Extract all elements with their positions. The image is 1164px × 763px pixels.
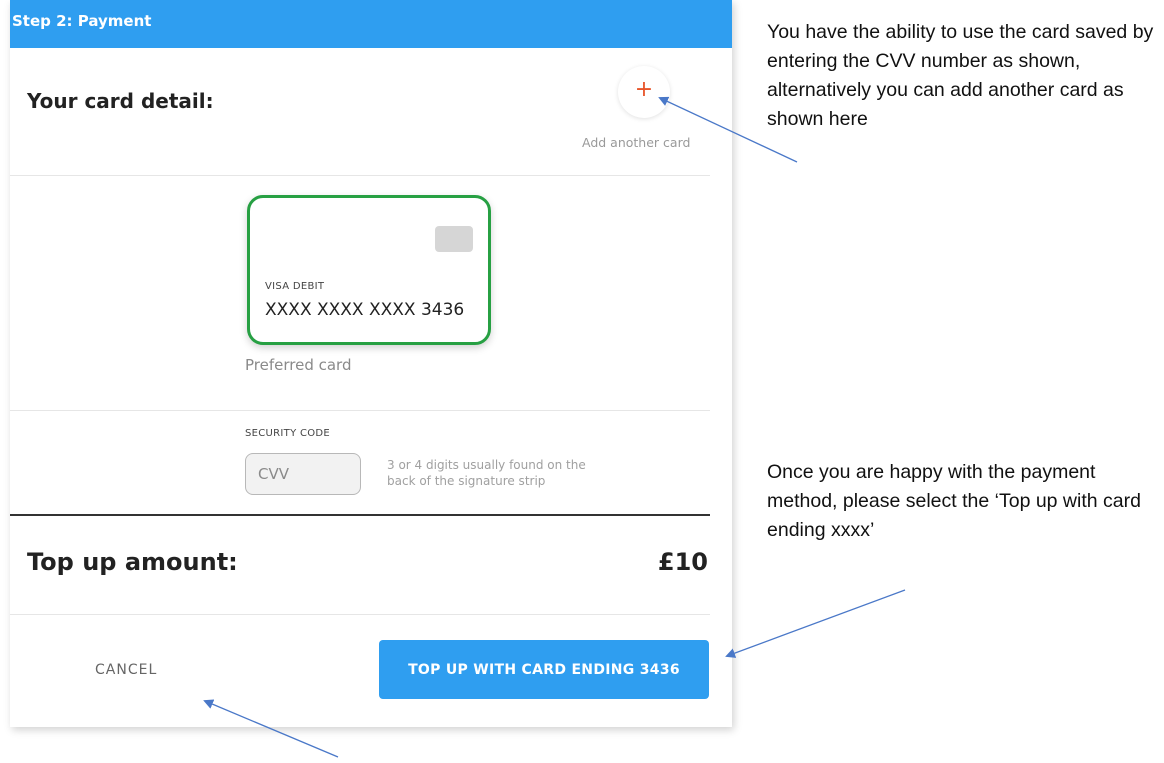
plus-icon: +	[634, 77, 654, 102]
card-detail-heading: Your card detail:	[27, 89, 214, 113]
divider	[10, 410, 710, 411]
cancel-button[interactable]: CANCEL	[50, 650, 220, 690]
topup-amount-value: £10	[657, 548, 708, 576]
saved-card[interactable]: VISA DEBIT XXXX XXXX XXXX 3436	[247, 195, 491, 345]
payment-panel: Step 2: Payment Your card detail: + Add …	[10, 0, 732, 727]
divider	[10, 614, 710, 615]
topup-amount-label: Top up amount:	[27, 548, 238, 576]
step-header: Step 2: Payment	[10, 0, 732, 48]
topup-button[interactable]: TOP UP WITH CARD ENDING 3436	[379, 640, 709, 699]
section-divider	[10, 514, 710, 516]
card-number: XXXX XXXX XXXX 3436	[265, 300, 465, 320]
preferred-card-label: Preferred card	[245, 356, 352, 374]
security-code-label: SECURITY CODE	[245, 428, 331, 439]
step-title: Step 2: Payment	[12, 12, 152, 30]
card-annotation: You have the ability to use the card sav…	[767, 21, 1154, 130]
add-card-button[interactable]: +	[618, 66, 670, 118]
topup-annotation: Once you are happy with the payment meth…	[767, 461, 1141, 541]
card-type: VISA DEBIT	[265, 281, 325, 292]
divider	[10, 175, 710, 176]
add-card-label[interactable]: Add another card	[582, 135, 690, 150]
arrow-to-topup-button	[725, 589, 906, 658]
cvv-hint: 3 or 4 digits usually found on the back …	[387, 458, 586, 488]
card-chip-icon	[435, 226, 473, 252]
cvv-input[interactable]	[245, 453, 361, 495]
